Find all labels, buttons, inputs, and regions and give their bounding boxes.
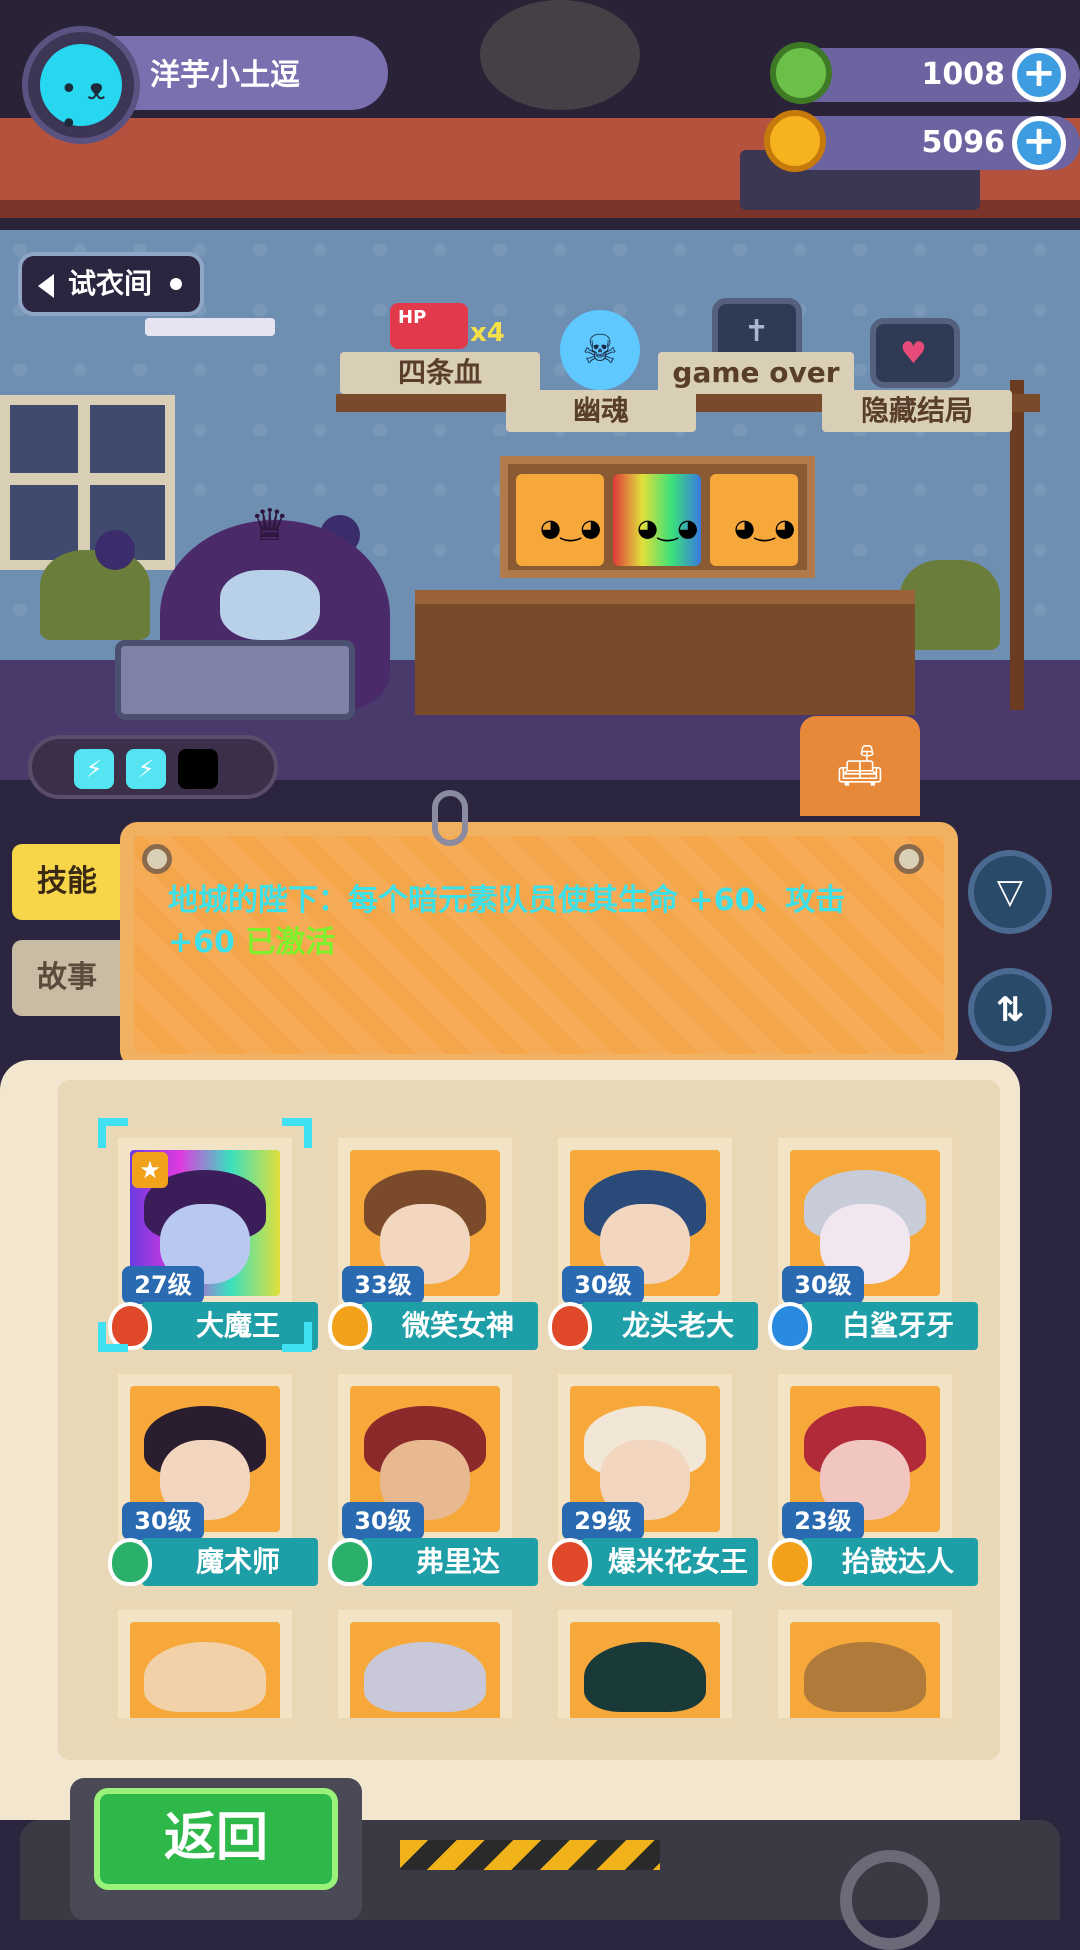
hidden-ending-tv-icon: ♥ bbox=[870, 318, 960, 388]
shadow-orb-left bbox=[95, 530, 135, 570]
add-coins-button[interactable]: + bbox=[1012, 116, 1066, 170]
character-level: 30级 bbox=[562, 1266, 644, 1304]
figurine-display[interactable]: ◕‿◕ ◕‿◕ ◕‿◕ bbox=[500, 456, 815, 578]
selection-corner bbox=[98, 1322, 128, 1352]
character-portrait bbox=[570, 1622, 720, 1718]
figurine-silver: ◕‿◕ bbox=[710, 474, 798, 566]
character-level: 23级 bbox=[782, 1502, 864, 1540]
energy-bar: ⚡ ⚡ bbox=[28, 735, 278, 799]
star-icon: ★ bbox=[132, 1152, 168, 1188]
paper-clip-icon bbox=[432, 790, 468, 846]
energy-cell-full: ⚡ bbox=[126, 749, 166, 789]
sort-button[interactable]: ⇅ bbox=[968, 968, 1052, 1052]
character-name: 龙头老大 bbox=[582, 1302, 758, 1350]
demon-king-face bbox=[220, 570, 320, 640]
selection-corner bbox=[282, 1322, 312, 1352]
character-level: 30级 bbox=[122, 1502, 204, 1540]
coat-rack bbox=[1010, 380, 1024, 710]
fitting-room-label: 试衣间 bbox=[68, 267, 153, 300]
character-name: 白鲨牙牙 bbox=[802, 1302, 978, 1350]
character-card[interactable] bbox=[550, 1602, 740, 1726]
character-card[interactable]: 30级 魔术师 bbox=[108, 1366, 318, 1586]
character-card[interactable]: 30级 白鲨牙牙 bbox=[768, 1130, 978, 1350]
character-card[interactable]: 30级 龙头老大 bbox=[548, 1130, 758, 1350]
tab-story[interactable]: 故事 bbox=[12, 940, 122, 1016]
wall-lamp bbox=[145, 318, 275, 336]
hazard-stripe bbox=[400, 1840, 660, 1870]
crown-icon: ♛ bbox=[250, 500, 290, 551]
back-button[interactable]: 返回 bbox=[94, 1788, 338, 1890]
character-card[interactable]: 33级 微笑女神 bbox=[328, 1130, 538, 1350]
character-portrait bbox=[350, 1622, 500, 1718]
wooden-desk bbox=[415, 590, 915, 715]
figurine-demon-king: ◕‿◕ bbox=[516, 474, 604, 566]
filter-icon: ▽ bbox=[996, 872, 1024, 912]
character-name: 魔术师 bbox=[142, 1538, 318, 1586]
character-name: 微笑女神 bbox=[362, 1302, 538, 1350]
character-portrait bbox=[790, 1622, 940, 1718]
ghost-skull-icon: ☠ bbox=[560, 310, 640, 390]
coin-icon bbox=[764, 110, 826, 172]
shield-class-icon bbox=[768, 1538, 812, 1586]
character-level: 33级 bbox=[342, 1266, 424, 1304]
energy-cell-empty bbox=[178, 749, 218, 789]
character-card[interactable] bbox=[770, 1602, 960, 1726]
character-name: 爆米花女王 bbox=[582, 1538, 758, 1586]
potted-plant-left bbox=[40, 550, 150, 640]
hp-multiplier: x4 bbox=[470, 318, 505, 348]
potted-plant-right bbox=[900, 560, 1000, 650]
achievement-game-over[interactable]: game over bbox=[658, 352, 854, 394]
filter-button[interactable]: ▽ bbox=[968, 850, 1052, 934]
ceiling-fan bbox=[480, 0, 640, 110]
character-name: 弗里达 bbox=[362, 1538, 538, 1586]
dot-icon bbox=[170, 278, 182, 290]
character-level: 30级 bbox=[342, 1502, 424, 1540]
room-window bbox=[0, 395, 175, 570]
wheel-decoration bbox=[840, 1850, 940, 1950]
sewing-machine bbox=[115, 640, 355, 720]
player-name: 洋芋小土逗 bbox=[150, 58, 300, 93]
character-card[interactable] bbox=[110, 1602, 300, 1726]
player-avatar[interactable]: • ᴥ • bbox=[22, 26, 140, 144]
achievement-ghost[interactable]: 幽魂 bbox=[506, 390, 696, 432]
achievement-four-hp[interactable]: 四条血 bbox=[340, 352, 540, 394]
figurine-rainbow: ◕‿◕ bbox=[613, 474, 701, 566]
pin-icon bbox=[894, 844, 924, 874]
skill-status: 已激活 bbox=[245, 925, 336, 960]
shield-class-icon bbox=[548, 1302, 592, 1350]
achievement-hidden-ending[interactable]: 隐藏结局 bbox=[822, 390, 1012, 432]
energy-cell-full: ⚡ bbox=[74, 749, 114, 789]
character-level: 27级 bbox=[122, 1266, 204, 1304]
add-gems-button[interactable]: + bbox=[1012, 48, 1066, 102]
sofa-icon-button[interactable]: 🛋 bbox=[800, 716, 920, 816]
bell-class-icon bbox=[548, 1538, 592, 1586]
selection-corner bbox=[98, 1118, 128, 1148]
character-card[interactable]: 23级 抬鼓达人 bbox=[768, 1366, 978, 1586]
selection-corner bbox=[282, 1118, 312, 1148]
character-level: 29级 bbox=[562, 1502, 644, 1540]
skill-description: 地城的陛下：每个暗元素队员使其生命 +60、攻击 +60 已激活 bbox=[168, 880, 908, 964]
bell-class-icon bbox=[328, 1538, 372, 1586]
fitting-room-button[interactable]: 试衣间 bbox=[18, 252, 204, 316]
character-card[interactable]: 29级 爆米花女王 bbox=[548, 1366, 758, 1586]
hp-battery-icon: HP bbox=[390, 303, 468, 349]
character-name: 抬鼓达人 bbox=[802, 1538, 978, 1586]
coin-count: 5096 bbox=[921, 125, 1006, 160]
bell-class-icon bbox=[108, 1538, 152, 1586]
character-portrait bbox=[130, 1622, 280, 1718]
character-card[interactable] bbox=[330, 1602, 520, 1726]
pin-icon bbox=[142, 844, 172, 874]
character-level: 30级 bbox=[782, 1266, 864, 1304]
bell-class-icon bbox=[768, 1302, 812, 1350]
back-arrow-icon bbox=[38, 274, 54, 298]
bell-class-icon bbox=[328, 1302, 372, 1350]
tab-skill[interactable]: 技能 bbox=[12, 844, 122, 920]
gem-icon bbox=[770, 42, 832, 104]
character-card[interactable]: 30级 弗里达 bbox=[328, 1366, 538, 1586]
gem-count: 1008 bbox=[921, 57, 1006, 92]
sort-icon: ⇅ bbox=[995, 990, 1025, 1030]
character-card[interactable]: ★ 27级 大魔王 bbox=[98, 1118, 318, 1352]
cat-face-icon: • ᴥ • bbox=[60, 72, 106, 142]
